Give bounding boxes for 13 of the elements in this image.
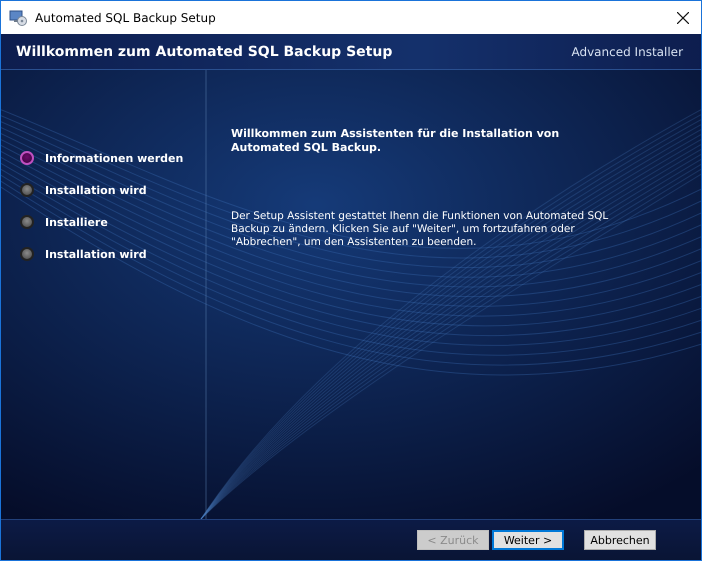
step-label: Informationen werden xyxy=(45,152,184,164)
wizard-button[interactable]: Abbrechen xyxy=(584,530,656,550)
setup-computer-icon xyxy=(9,10,27,26)
step-label: Installation wird xyxy=(45,184,147,196)
brand-label: Advanced Installer xyxy=(571,44,683,58)
step-label: Installiere xyxy=(45,216,108,228)
welcome-heading: Willkommen zum Assistenten für die Installation von Automated SQL Backup. xyxy=(231,127,560,155)
close-icon[interactable] xyxy=(677,12,689,24)
window-title: Automated SQL Backup Setup xyxy=(35,10,217,24)
welcome-text: Der Setup Assistent gestattet Ihenn die Funktionen von Automated SQL Backup zu ändern. Klicken Sie auf "Weiter", um fortzufahren oder "Abbrechen", um den Assistenten zu beenden. xyxy=(231,210,610,249)
wizard-button[interactable]: Weiter > xyxy=(492,530,564,550)
step-label: Installation wird xyxy=(45,248,147,260)
header-title: Willkommen zum Automated SQL Backup Setup xyxy=(16,44,392,60)
